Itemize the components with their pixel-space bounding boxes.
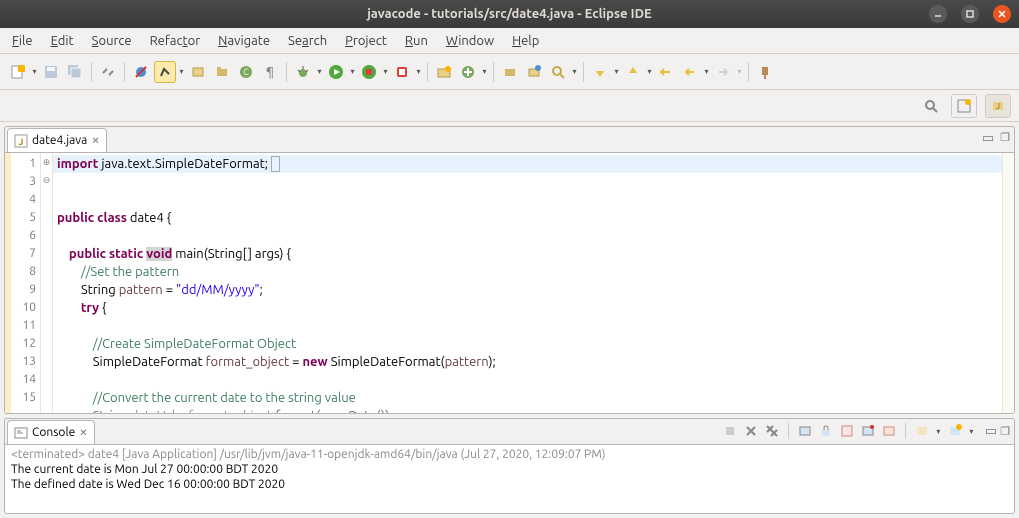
word-wrap-button[interactable]: [838, 422, 856, 440]
run-dropdown[interactable]: ▾: [348, 67, 357, 76]
window-titlebar: javacode - tutorials/src/date4.java - Ec…: [0, 0, 1019, 28]
menu-help[interactable]: Help: [504, 31, 547, 51]
menu-project[interactable]: Project: [337, 31, 395, 51]
console-tab-bar: Console ✕ ▾ ▾ ▭ ❐: [5, 419, 1014, 445]
open-console-button[interactable]: [946, 422, 964, 440]
run-button[interactable]: [325, 61, 347, 83]
new-java-project-button-2[interactable]: [433, 61, 455, 83]
pin-console-button[interactable]: [913, 422, 931, 440]
show-on-error-button[interactable]: [880, 422, 898, 440]
editor-tab-label: date4.java: [32, 134, 87, 147]
overview-ruler[interactable]: [1002, 153, 1014, 413]
window-minimize-button[interactable]: [929, 5, 947, 23]
new-plugin-dropdown[interactable]: ▾: [480, 67, 489, 76]
menu-source[interactable]: Source: [84, 31, 140, 51]
console-minimize-icon[interactable]: ▭: [985, 424, 997, 439]
toggle-mark-occurrences-button[interactable]: [154, 61, 176, 83]
next-annotation-button[interactable]: [589, 61, 611, 83]
code-editor[interactable]: 13456789101112131415 ⊕⊖ import java.text…: [5, 153, 1014, 413]
svg-text:C: C: [243, 67, 249, 77]
remove-launch-button[interactable]: [742, 422, 760, 440]
main-toolbar: ▾ ▾ C ¶ ▾ ▾ ▾ ▾ ▾ ▾ ▾ ▾ ▾ ▾: [0, 54, 1019, 90]
menu-file[interactable]: File: [4, 31, 41, 51]
back-dropdown[interactable]: ▾: [702, 67, 711, 76]
open-console-dropdown[interactable]: ▾: [967, 427, 976, 436]
java-file-icon: J: [14, 134, 28, 148]
coverage-dropdown[interactable]: ▾: [381, 67, 390, 76]
display-dropdown[interactable]: ▾: [934, 427, 943, 436]
menu-edit[interactable]: Edit: [43, 31, 82, 51]
menu-window[interactable]: Window: [438, 31, 502, 51]
line-number-gutter: 13456789101112131415: [11, 153, 41, 413]
svg-text:J: J: [19, 137, 24, 147]
next-annotation-dropdown[interactable]: ▾: [612, 67, 621, 76]
perspective-bar: J: [0, 90, 1019, 122]
editor-tab-date4[interactable]: J date4.java ✕: [7, 128, 107, 152]
terminate-button[interactable]: [721, 422, 739, 440]
svg-text:J: J: [996, 102, 1000, 111]
new-dropdown[interactable]: ▾: [30, 67, 39, 76]
search-dropdown[interactable]: ▾: [570, 67, 579, 76]
prev-annotation-dropdown[interactable]: ▾: [645, 67, 654, 76]
maximize-view-icon[interactable]: ❐: [1000, 131, 1010, 146]
open-perspective-button[interactable]: [951, 94, 977, 118]
console-tab[interactable]: Console ✕: [7, 420, 95, 444]
ext-tools-button[interactable]: [391, 61, 413, 83]
show-on-output-button[interactable]: [859, 422, 877, 440]
console-launch-info: <terminated> date4 [Java Application] /u…: [11, 447, 1008, 462]
java-perspective-button[interactable]: J: [985, 94, 1011, 118]
forward-button[interactable]: [712, 61, 734, 83]
link-editor-button[interactable]: [97, 61, 119, 83]
menu-navigate[interactable]: Navigate: [210, 31, 278, 51]
pin-editor-button[interactable]: [754, 61, 776, 83]
menu-refactor[interactable]: Refactor: [142, 31, 209, 51]
new-java-project-button[interactable]: [187, 61, 209, 83]
clear-console-button[interactable]: [796, 422, 814, 440]
console-icon: [14, 426, 28, 440]
menu-run[interactable]: Run: [397, 31, 436, 51]
quick-search-icon[interactable]: [920, 95, 942, 117]
console-toolbar: ▾ ▾ ▭ ❐: [721, 422, 1010, 440]
save-all-button[interactable]: [64, 61, 86, 83]
forward-dropdown[interactable]: ▾: [735, 67, 744, 76]
menu-bar: File Edit Source Refactor Navigate Searc…: [0, 28, 1019, 54]
scroll-lock-button[interactable]: [817, 422, 835, 440]
editor-tab-close-icon[interactable]: ✕: [91, 135, 99, 147]
prev-annotation-button[interactable]: [622, 61, 644, 83]
open-type-button[interactable]: [499, 61, 521, 83]
console-tab-label: Console: [32, 426, 75, 439]
window-maximize-button[interactable]: [961, 5, 979, 23]
back-button[interactable]: [679, 61, 701, 83]
search-button[interactable]: [547, 61, 569, 83]
editor-tab-bar: J date4.java ✕ ▭ ❐: [5, 127, 1014, 153]
console-pane: Console ✕ ▾ ▾ ▭ ❐ <terminated> date4 [Ja…: [4, 418, 1015, 514]
new-button[interactable]: [7, 61, 29, 83]
ext-tools-dropdown[interactable]: ▾: [414, 67, 423, 76]
new-plugin-button[interactable]: [457, 61, 479, 83]
remove-all-button[interactable]: [763, 422, 781, 440]
console-output-line: The current date is Mon Jul 27 00:00:00 …: [11, 462, 1008, 477]
new-class-button[interactable]: C: [235, 61, 257, 83]
save-button[interactable]: [40, 61, 62, 83]
new-package-button[interactable]: [211, 61, 233, 83]
console-maximize-icon[interactable]: ❐: [1000, 425, 1010, 438]
console-output[interactable]: <terminated> date4 [Java Application] /u…: [5, 445, 1014, 513]
editor-pane: J date4.java ✕ ▭ ❐ 13456789101112131415 …: [4, 126, 1015, 414]
open-task-button[interactable]: [523, 61, 545, 83]
minimize-view-icon[interactable]: ▭: [982, 131, 994, 146]
skip-breakpoints-button[interactable]: [130, 61, 152, 83]
debug-button[interactable]: [292, 61, 314, 83]
mark-dropdown[interactable]: ▾: [177, 67, 186, 76]
fold-column[interactable]: ⊕⊖: [41, 153, 53, 413]
window-title: javacode - tutorials/src/date4.java - Ec…: [367, 7, 652, 21]
code-body[interactable]: import java.text.SimpleDateFormat; publi…: [53, 153, 1002, 413]
coverage-button[interactable]: [358, 61, 380, 83]
window-close-button[interactable]: [993, 5, 1011, 23]
console-output-line: The defined date is Wed Dec 16 00:00:00 …: [11, 477, 1008, 492]
toggle-pilcrow-button[interactable]: ¶: [259, 61, 281, 83]
menu-search[interactable]: Search: [280, 31, 335, 51]
last-edit-button[interactable]: [655, 61, 677, 83]
debug-dropdown[interactable]: ▾: [315, 67, 324, 76]
console-tab-close-icon[interactable]: ✕: [79, 427, 87, 439]
